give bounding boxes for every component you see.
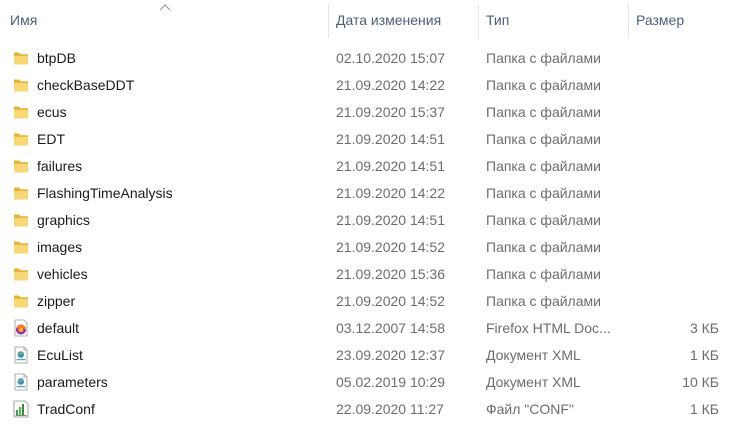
column-header-name[interactable]: Имя <box>2 0 328 38</box>
file-row[interactable]: EcuList 23.09.2020 12:37 Документ XML 1 КБ <box>0 342 749 369</box>
file-type: Папка с файлами <box>486 50 601 66</box>
file-list: btpDB 02.10.2020 15:07 Папка с файлами chec… <box>0 45 749 423</box>
file-name: FlashingTimeAnalysis <box>37 185 173 201</box>
file-date-modified: 21.09.2020 14:51 <box>336 131 445 147</box>
file-date-modified: 21.09.2020 14:22 <box>336 77 445 93</box>
file-name: TradConf <box>37 401 95 417</box>
file-date-modified: 23.09.2020 12:37 <box>336 347 445 363</box>
file-date-modified: 21.09.2020 14:51 <box>336 212 445 228</box>
file-name: graphics <box>37 212 90 228</box>
file-row[interactable]: default 03.12.2007 14:58 Firefox HTML Doc.… <box>0 315 749 342</box>
file-date-modified: 21.09.2020 14:22 <box>336 185 445 201</box>
file-type: Документ XML <box>486 347 581 363</box>
column-header-date[interactable]: Дата изменения <box>328 0 478 38</box>
file-type: Папка с файлами <box>486 266 601 282</box>
file-name: checkBaseDDT <box>37 77 135 93</box>
file-size: 1 КБ <box>689 347 719 363</box>
folder-icon <box>12 211 30 229</box>
conf-file-icon <box>12 400 30 418</box>
file-name: default <box>37 320 80 336</box>
file-row[interactable]: failures 21.09.2020 14:51 Папка с файлами <box>0 153 749 180</box>
file-date-modified: 21.09.2020 14:52 <box>336 239 445 255</box>
file-size: 10 КБ <box>682 374 719 390</box>
file-date-modified: 05.02.2019 10:29 <box>336 374 445 390</box>
file-row[interactable]: checkBaseDDT 21.09.2020 14:22 Папка с файл… <box>0 72 749 99</box>
file-row[interactable]: ecus 21.09.2020 15:37 Папка с файлами <box>0 99 749 126</box>
file-type: Папка с файлами <box>486 104 601 120</box>
file-name: btpDB <box>37 50 76 66</box>
file-row[interactable]: images 21.09.2020 14:52 Папка с файлами <box>0 234 749 261</box>
folder-icon <box>12 157 30 175</box>
file-date-modified: 21.09.2020 14:52 <box>336 293 445 309</box>
file-size: 1 КБ <box>689 401 719 417</box>
file-date-modified: 21.09.2020 15:36 <box>336 266 445 282</box>
file-name: EDT <box>37 131 65 147</box>
file-row[interactable]: vehicles 21.09.2020 15:36 Папка с файлами <box>0 261 749 288</box>
file-date-modified: 21.09.2020 15:37 <box>336 104 445 120</box>
file-type: Папка с файлами <box>486 77 601 93</box>
file-type: Папка с файлами <box>486 293 601 309</box>
file-type: Документ XML <box>486 374 581 390</box>
file-date-modified: 03.12.2007 14:58 <box>336 320 445 336</box>
folder-icon <box>12 130 30 148</box>
file-row[interactable]: parameters 05.02.2019 10:29 Документ XML 10… <box>0 369 749 396</box>
file-name: failures <box>37 158 83 174</box>
column-header-size[interactable]: Размер <box>628 0 749 38</box>
file-type: Папка с файлами <box>486 131 601 147</box>
folder-icon <box>12 238 30 256</box>
firefox-html-icon <box>12 319 30 337</box>
xml-document-icon <box>12 373 30 391</box>
folder-icon <box>12 292 30 310</box>
folder-icon <box>12 103 30 121</box>
file-date-modified: 02.10.2020 15:07 <box>336 50 445 66</box>
file-name: ecus <box>37 104 67 120</box>
column-header-type[interactable]: Тип <box>478 0 628 38</box>
file-type: Папка с файлами <box>486 185 601 201</box>
folder-icon <box>12 184 30 202</box>
file-name: zipper <box>37 293 76 309</box>
file-size: 3 КБ <box>689 320 719 336</box>
folder-icon <box>12 265 30 283</box>
file-type: Папка с файлами <box>486 158 601 174</box>
folder-icon <box>12 76 30 94</box>
file-row[interactable]: TradConf 22.09.2020 11:27 Файл "CONF" 1 КБ <box>0 396 749 423</box>
file-row[interactable]: btpDB 02.10.2020 15:07 Папка с файлами <box>0 45 749 72</box>
file-row[interactable]: zipper 21.09.2020 14:52 Папка с файлами <box>0 288 749 315</box>
file-type: Firefox HTML Doc... <box>486 320 611 336</box>
folder-icon <box>12 49 30 67</box>
file-name: vehicles <box>37 266 88 282</box>
file-row[interactable]: FlashingTimeAnalysis 21.09.2020 14:22 Папк… <box>0 180 749 207</box>
file-name: parameters <box>37 374 108 390</box>
xml-document-icon <box>12 346 30 364</box>
file-name: EcuList <box>37 347 83 363</box>
file-name: images <box>37 239 83 255</box>
file-date-modified: 22.09.2020 11:27 <box>336 401 444 417</box>
file-row[interactable]: EDT 21.09.2020 14:51 Папка с файлами <box>0 126 749 153</box>
file-type: Папка с файлами <box>486 239 601 255</box>
column-header-bar: Имя Дата изменения Тип Размер <box>0 0 749 38</box>
file-type: Файл "CONF" <box>486 401 574 417</box>
file-row[interactable]: graphics 21.09.2020 14:51 Папка с файлами <box>0 207 749 234</box>
file-type: Папка с файлами <box>486 212 601 228</box>
file-date-modified: 21.09.2020 14:51 <box>336 158 445 174</box>
